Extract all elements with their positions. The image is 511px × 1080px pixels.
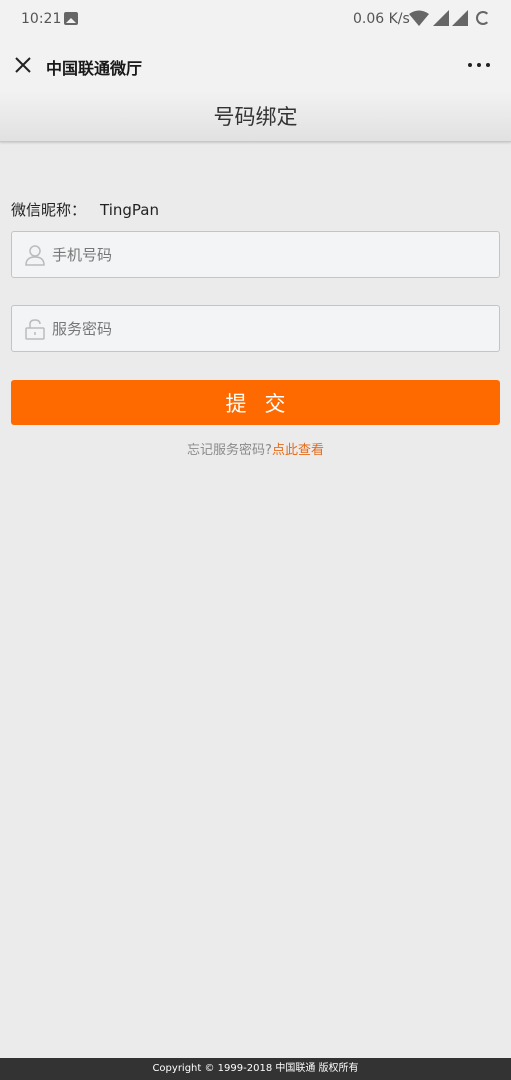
status-time: 10:21: [21, 11, 62, 27]
phone-field[interactable]: [11, 231, 500, 278]
forgot-link[interactable]: 点此查看: [272, 443, 324, 458]
signal-icon: [433, 10, 449, 26]
footer-copyright: Copyright © 1999-2018 中国联通 版权所有: [0, 1058, 511, 1080]
password-input[interactable]: [52, 306, 492, 351]
nickname-label: 微信昵称：: [11, 201, 87, 219]
wifi-icon: [409, 10, 429, 26]
forgot-password: 忘记服务密码?点此查看: [0, 439, 511, 458]
image-icon: [64, 12, 78, 25]
user-icon: [25, 245, 45, 266]
network-speed: 0.06 K/s: [353, 11, 410, 27]
app-title: 中国联通微厅: [46, 59, 143, 78]
lock-icon: [25, 319, 45, 340]
forgot-text: 忘记服务密码?: [187, 443, 272, 458]
nickname-value: TingPan: [100, 201, 159, 219]
phone-input[interactable]: [52, 232, 492, 277]
close-icon[interactable]: [12, 54, 34, 76]
page: 10:21 0.06 K/s 中国联通微厅 号码绑定 微信昵称： TingPan: [0, 0, 511, 1080]
nickname-row: 微信昵称： TingPan: [11, 199, 159, 220]
submit-button[interactable]: 提交: [11, 380, 500, 425]
more-icon[interactable]: [465, 54, 495, 76]
app-bar: 中国联通微厅: [0, 38, 511, 94]
loading-icon: [476, 11, 490, 25]
page-title: 号码绑定: [0, 94, 511, 142]
password-field[interactable]: [11, 305, 500, 352]
status-bar: 10:21 0.06 K/s: [0, 0, 511, 38]
signal-icon: [452, 10, 468, 26]
